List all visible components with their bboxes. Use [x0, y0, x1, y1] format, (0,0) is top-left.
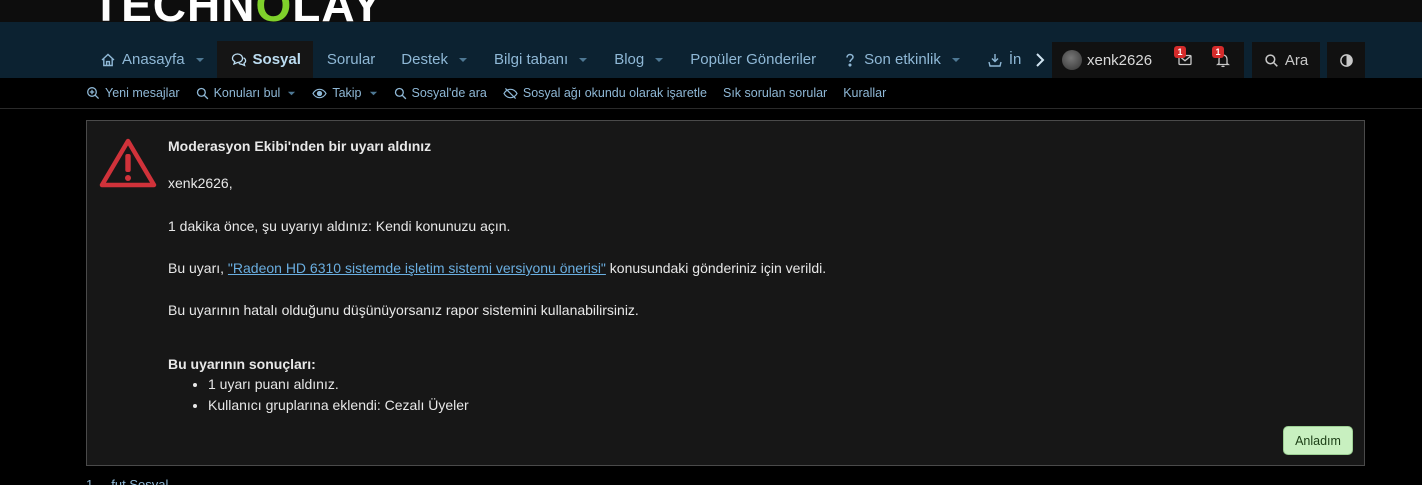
- consequences-title: Bu uyarının sonuçları:: [168, 356, 316, 372]
- subnav-new-messages[interactable]: Yeni mesajlar: [86, 86, 180, 100]
- consequences-list: 1 uyarı puanı aldınız. Kullanıcı gruplar…: [208, 374, 469, 416]
- thread-link[interactable]: "Radeon HD 6310 sistemde işletim sistemi…: [228, 260, 606, 276]
- tab-son-etkinlik[interactable]: Son etkinlik: [828, 41, 973, 78]
- user-menu: xenk2626 1 1: [1052, 42, 1244, 78]
- chevron-down-icon[interactable]: [951, 55, 961, 65]
- subnav-find-threads[interactable]: Konuları bul: [196, 86, 297, 100]
- avatar[interactable]: [1062, 50, 1082, 70]
- tab-anasayfa[interactable]: Anasayfa: [86, 41, 217, 78]
- tab-sorular[interactable]: Sorular: [313, 41, 387, 78]
- username[interactable]: xenk2626: [1087, 52, 1152, 69]
- chevron-down-icon[interactable]: [578, 55, 588, 65]
- chevron-down-icon[interactable]: [195, 55, 205, 65]
- subnav-mark-read[interactable]: Sosyal ağı okundu olarak işaretle: [503, 86, 707, 100]
- notice-given: Bu uyarı, "Radeon HD 6310 sistemde işlet…: [168, 260, 827, 276]
- search-button[interactable]: Ara: [1252, 42, 1320, 78]
- tab-blog[interactable]: Blog: [600, 41, 676, 78]
- subnav-watched[interactable]: Takip: [312, 86, 377, 100]
- list-item: Kullanıcı gruplarına eklendi: Cezalı Üye…: [208, 395, 469, 416]
- chevron-down-icon[interactable]: [369, 89, 378, 98]
- chevron-down-icon[interactable]: [458, 55, 468, 65]
- notice-title: Moderasyon Ekibi'nden bir uyarı aldınız: [168, 138, 432, 154]
- search-icon: [1265, 53, 1278, 67]
- notice-greeting: xenk2626,: [168, 175, 233, 191]
- tab-sosyal[interactable]: Sosyal: [216, 41, 313, 78]
- subnav-search-social[interactable]: Sosyal'de ara: [394, 86, 487, 100]
- warning-notice: Moderasyon Ekibi'nden bir uyarı aldınız …: [86, 120, 1365, 466]
- messages-badge: 1: [1174, 46, 1187, 58]
- warning-triangle-icon: [99, 138, 157, 188]
- tab-bilgi-tabani[interactable]: Bilgi tabanı: [480, 41, 600, 78]
- site-logo[interactable]: TECHNOLAY: [92, 0, 383, 22]
- search-icon: [196, 87, 208, 99]
- home-icon: [100, 52, 116, 68]
- eye-slash-icon: [503, 87, 518, 99]
- breadcrumb: 1 ... fut Sosyal...: [86, 478, 179, 485]
- tab-populer-gonderiler[interactable]: Popüler Gönderiler: [676, 41, 828, 78]
- tab-destek[interactable]: Destek: [387, 41, 480, 78]
- new-message-icon: [87, 87, 100, 100]
- alerts-button[interactable]: 1: [1204, 42, 1242, 78]
- question-icon: [842, 52, 858, 68]
- download-icon: [987, 52, 1003, 68]
- messages-button[interactable]: 1: [1166, 42, 1204, 78]
- chevron-down-icon[interactable]: [654, 55, 664, 65]
- eye-icon: [312, 88, 328, 98]
- contrast-icon: [1339, 53, 1353, 67]
- alerts-badge: 1: [1212, 46, 1225, 58]
- nav-scroll-right-icon[interactable]: [1030, 50, 1050, 70]
- subnav-rules[interactable]: Kurallar: [843, 86, 886, 100]
- chat-icon: [231, 52, 247, 68]
- tab-indir[interactable]: İn: [973, 41, 1026, 78]
- theme-toggle-button[interactable]: [1327, 42, 1365, 78]
- search-icon: [394, 87, 406, 99]
- top-strip: TECHNOLAY: [0, 0, 1422, 22]
- acknowledge-button[interactable]: Anladım: [1283, 426, 1353, 455]
- nav-tabs: Anasayfa Sosyal Sorular Destek Bilgi tab…: [86, 41, 1025, 78]
- sub-navigation: Yeni mesajlar Konuları bul Takip Sosyal'…: [0, 78, 1422, 109]
- notice-report: Bu uyarının hatalı olduğunu düşünüyorsan…: [168, 302, 639, 318]
- chevron-down-icon[interactable]: [287, 89, 296, 98]
- notice-received: 1 dakika önce, şu uyarıyı aldınız: Kendi…: [168, 218, 511, 234]
- list-item: 1 uyarı puanı aldınız.: [208, 374, 469, 395]
- subnav-faq[interactable]: Sık sorulan sorular: [723, 86, 827, 100]
